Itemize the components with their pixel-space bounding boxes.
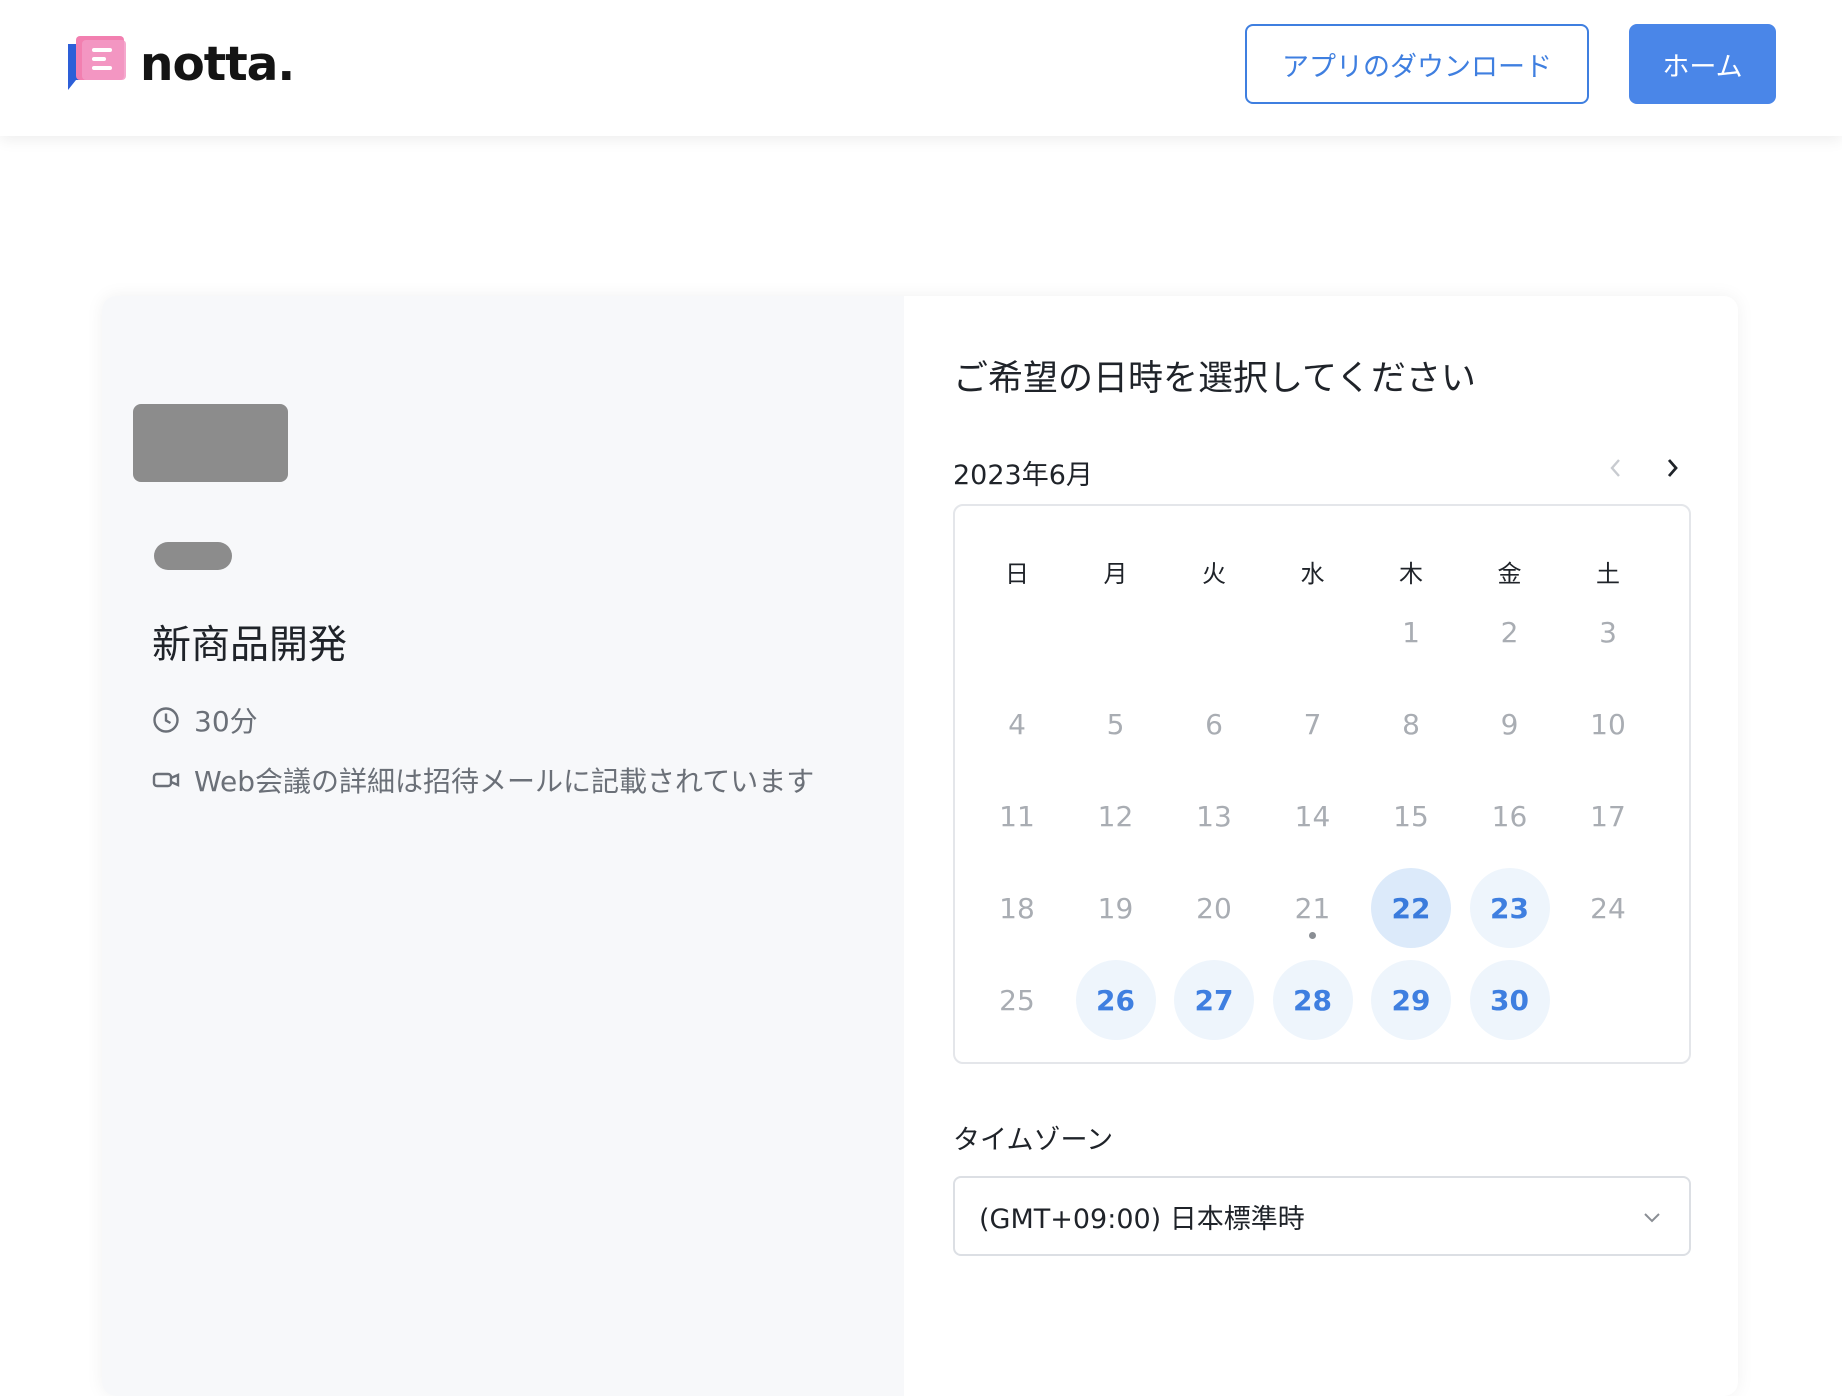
weekday-label: 水 [1300, 560, 1325, 588]
weekday-label: 日 [1005, 560, 1029, 588]
calendar-day-17: 17 [1590, 799, 1626, 833]
scheduler-panel: ご希望の日時を選択してください 2023年6月 日月火水木金土123456789… [904, 296, 1738, 1396]
top-header: notta. アプリのダウンロード ホーム [0, 0, 1842, 136]
calendar-day-1: 1 [1402, 615, 1420, 649]
clock-icon [152, 706, 180, 734]
calendar-day-19: 19 [1097, 891, 1134, 925]
calendar-day-30[interactable]: 30 [1469, 960, 1550, 1040]
booking-card: 新商品開発 30分 Web会議の詳細は招待メールに記載されています ご希望の日時… [102, 296, 1738, 1396]
today-indicator [1309, 932, 1316, 939]
calendar-day-29[interactable]: 29 [1371, 960, 1451, 1040]
calendar-day-15: 15 [1393, 799, 1429, 833]
calendar-day-16: 16 [1491, 799, 1528, 833]
duration-text: 30分 [194, 705, 258, 738]
calendar-day-23[interactable]: 23 [1469, 868, 1550, 948]
calendar-day-27[interactable]: 27 [1174, 960, 1254, 1040]
weekday-label: 土 [1596, 560, 1620, 588]
calendar-day-14: 14 [1294, 799, 1331, 833]
weekday-label: 火 [1202, 560, 1226, 588]
calendar-day-20: 20 [1196, 891, 1232, 925]
chevron-left-icon [1610, 459, 1620, 477]
calendar-day-26[interactable]: 26 [1075, 960, 1156, 1040]
chevron-down-icon [1644, 1213, 1660, 1223]
scheduler-title: ご希望の日時を選択してください [953, 359, 1476, 399]
download-app-button[interactable]: アプリのダウンロード [1245, 24, 1589, 104]
calendar-day-2: 2 [1500, 615, 1519, 649]
calendar-day-11: 11 [999, 799, 1035, 833]
calendar-grid: 日月火水木金土 1 2 3 4 5 6 7 8 9 10 11 12 13 14 15 16 17 18 19 20 21… [953, 504, 1691, 1064]
timezone-label: タイムゾーン [953, 1125, 1114, 1156]
meeting-note-text: Web会議の詳細は招待メールに記載されています [194, 765, 815, 798]
calendar-day-5: 5 [1106, 707, 1125, 741]
month-label: 2023年6月 [953, 460, 1093, 491]
calendar-day-24: 24 [1590, 891, 1626, 925]
next-month-button[interactable] [1656, 452, 1688, 484]
timezone-select[interactable]: (GMT+09:00) 日本標準時 [953, 1176, 1691, 1256]
calendar-day-28[interactable]: 28 [1272, 960, 1353, 1040]
chevron-right-icon [1667, 459, 1678, 477]
calendar-day-6: 6 [1205, 707, 1223, 741]
calendar-day-18: 18 [999, 891, 1035, 925]
notta-logo-icon [62, 32, 128, 96]
previous-month-button[interactable] [1600, 452, 1632, 484]
video-icon [152, 766, 180, 794]
event-info-panel: 新商品開発 30分 Web会議の詳細は招待メールに記載されています [102, 296, 904, 1396]
calendar-day-13: 13 [1196, 799, 1232, 833]
calendar-day-8: 8 [1402, 707, 1420, 741]
event-title: 新商品開発 [152, 623, 348, 668]
timezone-value: (GMT+09:00) 日本標準時 [979, 1203, 1305, 1235]
calendar-day-10: 10 [1590, 707, 1626, 741]
meeting-note-row: Web会議の詳細は招待メールに記載されています [152, 760, 814, 800]
home-button[interactable]: ホーム [1629, 24, 1776, 104]
logo-text: notta. [140, 36, 295, 92]
weekday-label: 金 [1497, 560, 1522, 588]
host-avatar-redacted [133, 404, 288, 482]
calendar-day-7: 7 [1303, 707, 1322, 741]
calendar-day-9: 9 [1500, 707, 1519, 741]
calendar-day-4: 4 [1008, 707, 1026, 741]
weekday-label: 月 [1103, 560, 1128, 588]
notta-logo[interactable]: notta. [62, 32, 295, 96]
weekday-label: 木 [1399, 560, 1423, 588]
calendar-day-22[interactable]: 22 [1371, 868, 1451, 948]
host-name-redacted [154, 542, 232, 570]
calendar-day-3: 3 [1599, 615, 1617, 649]
calendar-day-12: 12 [1097, 799, 1134, 833]
calendar-day-25: 25 [999, 983, 1035, 1017]
duration-row: 30分 [152, 700, 258, 740]
